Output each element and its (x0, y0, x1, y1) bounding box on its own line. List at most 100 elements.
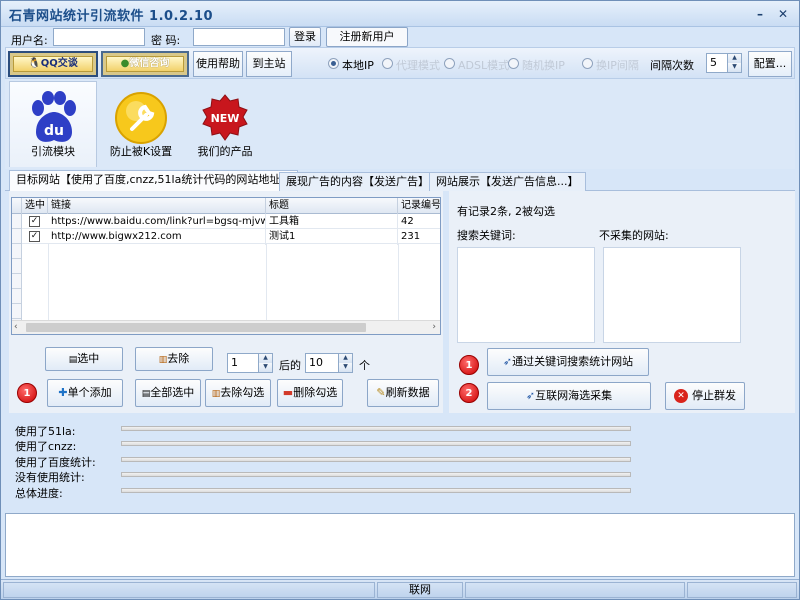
module-anti-k[interactable]: 防止被K设置 (97, 81, 185, 167)
step-1-badge: 1 (17, 383, 37, 403)
wrench-icon (115, 92, 167, 144)
module-products[interactable]: NEW 我们的产品 (181, 81, 269, 167)
window-title: 石青网站统计引流软件 1.0.2.10 (9, 9, 214, 24)
select-all-button[interactable]: ▤全部选中 (135, 379, 201, 407)
spin-down-icon[interactable]: ▼ (258, 363, 272, 372)
progress-none-label: 没有使用统计: (15, 471, 85, 484)
module-traffic[interactable]: du 引流模块 (9, 81, 97, 167)
table-row[interactable]: ✓ https://www.baidu.com/link?url=bgsq-mj… (12, 214, 440, 230)
refresh-button[interactable]: ✎刷新数据 (367, 379, 439, 407)
radio-ip-interval-label: 换IP间隔 (596, 59, 639, 72)
new-badge-icon: NEW (202, 94, 248, 141)
spin-up-icon[interactable]: ▲ (258, 354, 272, 363)
baidu-paw-icon: du (32, 91, 76, 142)
wechat-label: ●微信咨询 (106, 56, 184, 72)
svg-text:du: du (44, 123, 64, 139)
step-2-badge: 2 (459, 383, 479, 403)
delete-checked-button[interactable]: ▬删除勾选 (277, 379, 343, 407)
progress-cnzz-label: 使用了cnzz: (15, 440, 77, 453)
tab-site-display[interactable]: 网站展示【发送广告信息...】 (429, 172, 586, 191)
module-products-label: 我们的产品 (197, 145, 253, 158)
select-all-icon: ▤ (141, 389, 151, 399)
add-single-button[interactable]: ✚单个添加 (47, 379, 123, 407)
module-traffic-label: 引流模块 (31, 145, 75, 158)
record-info: 有记录2条, 2被勾选 (457, 205, 555, 218)
keyword-label: 搜索关键词: (457, 229, 516, 242)
delete-icon: ▬ (282, 386, 294, 399)
range-count-spinner[interactable]: 10 ▲ ▼ (305, 353, 353, 373)
login-button[interactable]: 登录 (289, 27, 321, 47)
progress-51la-label: 使用了51la: (15, 425, 76, 438)
radio-adsl[interactable] (444, 58, 455, 69)
scroll-right-icon[interactable]: › (432, 322, 436, 332)
keyword-textarea[interactable] (457, 247, 595, 343)
progress-baidu-label: 使用了百度统计: (15, 456, 96, 469)
col-link[interactable]: 链接 (48, 198, 266, 214)
progress-none-bar (121, 472, 631, 477)
pencil-icon: ✎ (376, 386, 386, 399)
stop-broadcast-button[interactable]: ✕ 停止群发 (665, 382, 745, 410)
module-anti-k-label: 防止被K设置 (109, 145, 173, 158)
username-input[interactable] (53, 28, 145, 46)
status-cell-1 (3, 582, 375, 598)
status-cell-4 (687, 582, 797, 598)
row-checkbox[interactable]: ✓ (29, 231, 40, 242)
help-button[interactable]: 使用帮助 (193, 51, 243, 77)
range-from-spinner[interactable]: 1 ▲ ▼ (227, 353, 273, 373)
grid-col-guides (48, 244, 440, 320)
radio-local-ip-label: 本地IP (342, 59, 374, 72)
row-link: https://www.baidu.com/link?url=bgsq-mjvw… (48, 214, 266, 230)
radio-random-ip-label: 随机换IP (522, 59, 565, 72)
step-1-badge-right: 1 (459, 355, 479, 375)
table-row[interactable]: ✓ http://www.bigwx212.com 测试1 231 (12, 229, 440, 245)
row-link: http://www.bigwx212.com (48, 229, 266, 245)
spin-up-icon[interactable]: ▲ (727, 54, 741, 63)
uncheck-icon: ▥ (211, 389, 221, 399)
scroll-thumb[interactable] (26, 323, 366, 332)
col-select[interactable]: 选中 (22, 198, 48, 214)
module-bar: du 引流模块 防止被K设置 NEW 我们的产品 (5, 79, 795, 169)
config-button[interactable]: 配置... (748, 51, 792, 77)
row-checkbox[interactable]: ✓ (29, 216, 40, 227)
grid-header-indicator (12, 198, 22, 214)
spin-down-icon[interactable]: ▼ (338, 363, 352, 372)
interval-spinner[interactable]: 5 ▲ ▼ (706, 53, 742, 73)
col-record-id[interactable]: 记录编号 (398, 198, 440, 214)
radio-local-ip[interactable] (328, 58, 339, 69)
title-bar: 石青网站统计引流软件 1.0.2.10 – ✕ (1, 1, 799, 27)
register-button[interactable]: 注册新用户 (326, 27, 408, 47)
tab-ad-content[interactable]: 展现广告的内容【发送广告】 (279, 172, 436, 191)
uncheck-button[interactable]: ▥去除勾选 (205, 379, 271, 407)
home-button[interactable]: 到主站 (246, 51, 292, 77)
tab-target-sites[interactable]: 目标网站【使用了百度,cnzz,51la统计代码的网站地址】 (9, 170, 299, 192)
remove-range-button[interactable]: ▥去除 (135, 347, 213, 371)
exclude-textarea[interactable] (603, 247, 741, 343)
horizontal-scrollbar[interactable]: ‹ › (12, 320, 440, 334)
main-window: 石青网站统计引流软件 1.0.2.10 – ✕ 用户名: 密 码: 登录 注册新… (0, 0, 800, 600)
after-label: 后的 (279, 359, 301, 372)
radio-random-ip[interactable] (508, 58, 519, 69)
spin-up-icon[interactable]: ▲ (338, 354, 352, 363)
internet-collect-button[interactable]: ➶互联网海选采集 (487, 382, 651, 410)
qq-chat-label: 🐧QQ交谈 (13, 56, 93, 72)
interval-value: 5 (710, 56, 717, 69)
grid-header: 选中 链接 标题 记录编号 (12, 198, 440, 214)
spin-down-icon[interactable]: ▼ (727, 63, 741, 72)
close-icon[interactable]: ✕ (776, 7, 790, 21)
status-cell-3 (465, 582, 685, 598)
wechat-button[interactable]: ●微信咨询 (101, 51, 189, 77)
progress-51la-bar (121, 426, 631, 431)
keyword-search-button[interactable]: ➶通过关键词搜索统计网站 (487, 348, 649, 376)
minimize-icon[interactable]: – (753, 7, 767, 21)
progress-baidu-bar (121, 457, 631, 462)
progress-total-label: 总体进度: (15, 487, 63, 500)
scroll-left-icon[interactable]: ‹ (14, 322, 18, 332)
radio-adsl-label: ADSL模式 (458, 59, 510, 72)
radio-ip-interval[interactable] (582, 58, 593, 69)
log-area[interactable] (5, 513, 795, 577)
radio-proxy[interactable] (382, 58, 393, 69)
select-range-button[interactable]: ▤选中 (45, 347, 123, 371)
password-input[interactable] (193, 28, 285, 46)
qq-chat-button[interactable]: 🐧QQ交谈 (8, 51, 98, 77)
col-title[interactable]: 标题 (266, 198, 398, 214)
